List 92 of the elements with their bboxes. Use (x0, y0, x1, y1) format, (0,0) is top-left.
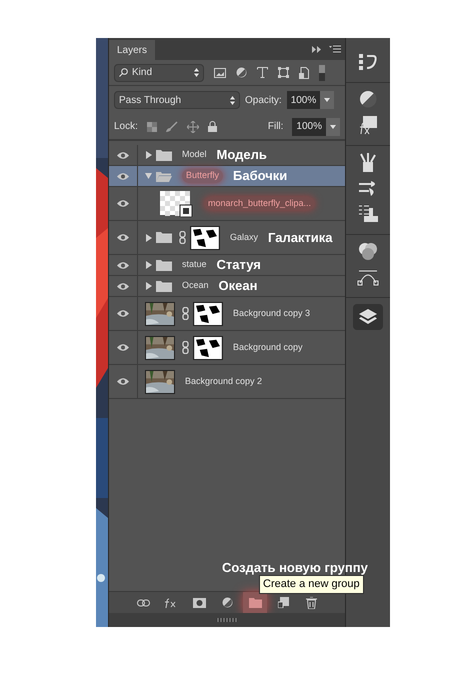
grip-icon[interactable] (217, 618, 237, 622)
type-icon[interactable] (257, 67, 268, 78)
layer-name: Galaxy (230, 230, 258, 244)
link-icon (136, 598, 150, 606)
dropdown-arrow-icon[interactable] (324, 98, 330, 102)
mask-thumbnail[interactable] (193, 336, 223, 360)
layer-name: Background copy 3 (233, 306, 310, 320)
collapsed-arrow-icon[interactable] (145, 282, 153, 290)
layer-name: statue (182, 258, 207, 272)
clone-stamp-icon[interactable] (357, 204, 379, 224)
annotation-label: Создать новую группу (222, 559, 368, 577)
fill-field[interactable]: 100% (292, 118, 340, 136)
layer-row[interactable]: Background copy 3 (109, 297, 345, 331)
collapse-arrows-icon[interactable] (312, 46, 321, 52)
layer-name: Ocean (182, 279, 209, 292)
lock-label: Lock: (114, 120, 138, 134)
menu-icon[interactable] (329, 45, 341, 53)
layers-tab[interactable]: Layers (109, 40, 156, 60)
filter-toggle[interactable] (319, 64, 325, 80)
document-icon[interactable] (299, 66, 309, 78)
layer-name: monarch_butterfly_clipa... (204, 196, 316, 210)
annotation-label: Бабочки (233, 167, 288, 186)
layer-row[interactable]: Background copy (109, 331, 345, 365)
eye-icon[interactable] (116, 172, 130, 180)
mask-icon (192, 598, 206, 608)
updown-arrows-icon (230, 96, 235, 104)
layer-name: Background copy 2 (185, 374, 262, 388)
trash-icon (306, 596, 316, 608)
brush-icon[interactable] (166, 120, 178, 132)
transform-icon[interactable] (278, 67, 289, 78)
half-circle-icon[interactable] (236, 67, 247, 78)
expanded-arrow-icon[interactable] (145, 172, 153, 180)
chain-link-icon[interactable] (182, 307, 189, 320)
opacity-label: Opacity: (245, 94, 282, 108)
search-icon (119, 68, 128, 77)
half-circle-icon (222, 597, 232, 608)
eye-icon[interactable] (116, 150, 130, 160)
move-icon[interactable] (186, 120, 199, 132)
collapsed-arrow-icon[interactable] (145, 151, 153, 159)
mask-thumbnail[interactable] (193, 302, 223, 326)
layer-name: Model (182, 148, 207, 162)
folder-icon (248, 598, 262, 608)
layer-row[interactable]: statue Статуя (109, 255, 345, 276)
annotation-label: Статуя (216, 256, 261, 274)
collapsed-arrow-icon[interactable] (145, 234, 153, 242)
half-circle-icon[interactable] (357, 89, 379, 109)
scrollbar[interactable] (109, 613, 345, 627)
folder-icon (156, 231, 172, 244)
folder-icon (156, 170, 172, 182)
eye-icon[interactable] (116, 377, 130, 386)
fx-icon (164, 598, 178, 608)
layer-row[interactable]: monarch_butterfly_clipa... (109, 187, 345, 221)
checker-icon[interactable] (146, 122, 157, 132)
folder-icon (156, 258, 172, 272)
layer-row[interactable]: Ocean Океан (109, 276, 345, 297)
smart-object-thumbnail (160, 190, 194, 216)
history-icon[interactable] (357, 52, 379, 72)
layer-row[interactable]: Background copy 2 (109, 365, 345, 399)
layer-row[interactable]: Galaxy Галактика (109, 221, 345, 255)
annotation-label: Модель (216, 146, 267, 164)
folder-icon (156, 280, 172, 292)
folder-icon (156, 148, 172, 162)
opacity-field[interactable]: 100% (286, 91, 334, 109)
channels-icon[interactable] (357, 241, 379, 261)
lock-icon[interactable] (208, 121, 217, 132)
dropdown-arrow-icon[interactable] (330, 124, 336, 128)
annotation-label: Океан (218, 277, 258, 296)
fx-style-icon[interactable] (357, 115, 379, 135)
layers-icon (359, 309, 377, 325)
eye-icon[interactable] (116, 260, 130, 270)
layer-name: Butterfly (182, 169, 224, 183)
layers-panel-button[interactable] (353, 304, 383, 330)
layer-row[interactable]: Butterfly Бабочки (109, 166, 345, 187)
annotation-label: Галактика (268, 228, 333, 247)
layer-name: Background copy (233, 340, 303, 354)
filter-dropdown[interactable]: Kind (114, 64, 204, 82)
updown-arrows-icon (194, 68, 199, 77)
fill-label: Fill: (268, 120, 284, 134)
eye-icon[interactable] (116, 309, 130, 318)
image-filter-icon[interactable] (214, 68, 226, 78)
chain-link-icon[interactable] (179, 231, 186, 244)
mask-thumbnail[interactable] (190, 226, 220, 250)
eye-icon[interactable] (116, 199, 130, 208)
tooltip: Create a new group (259, 575, 364, 594)
eye-icon[interactable] (116, 282, 130, 290)
eye-icon[interactable] (116, 233, 130, 242)
chain-link-icon[interactable] (182, 341, 189, 354)
layer-row[interactable]: Model Модель (109, 145, 345, 166)
new-layer-icon (278, 597, 288, 608)
collapsed-arrow-icon[interactable] (145, 261, 153, 269)
blend-mode-dropdown[interactable]: Pass Through (114, 91, 240, 109)
eye-icon[interactable] (116, 343, 130, 352)
